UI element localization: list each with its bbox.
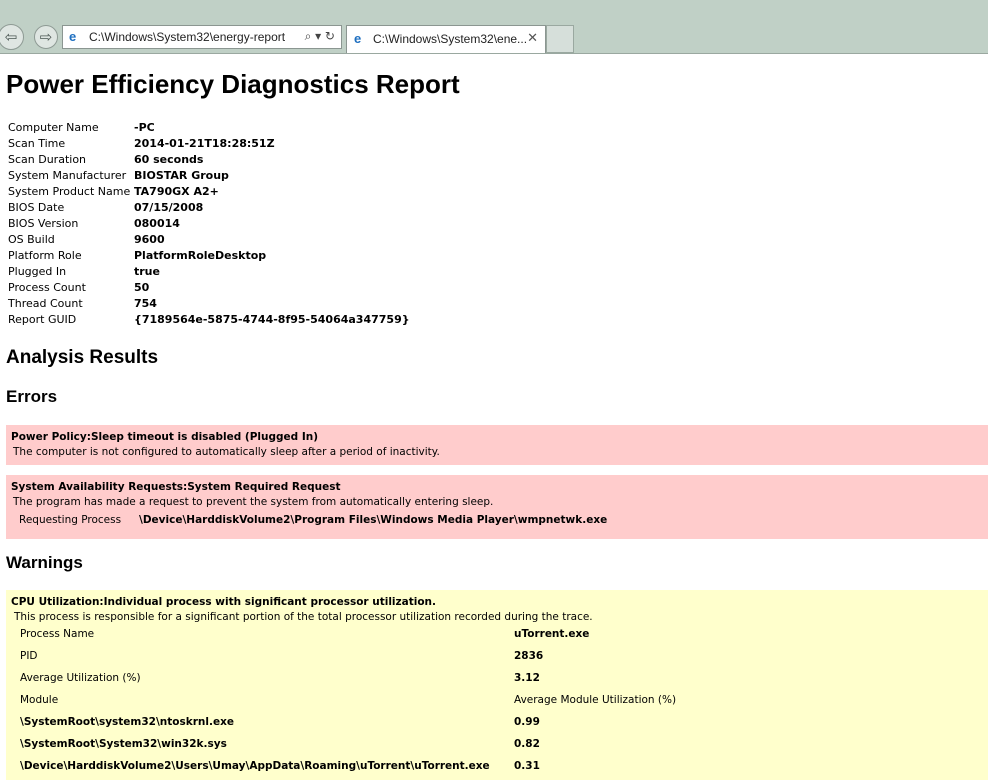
info-value: PlatformRoleDesktop bbox=[134, 249, 267, 262]
error-block: System Availability Requests:System Requ… bbox=[6, 475, 988, 539]
info-key: OS Build bbox=[8, 233, 55, 246]
error-description: The computer is not configured to automa… bbox=[13, 446, 440, 458]
info-row: Thread Count 754 bbox=[8, 296, 410, 312]
browser-toolbar: ⇦ ⇨ e C:\Windows\System32\energy-report … bbox=[0, 0, 988, 54]
info-row: Scan Duration 60 seconds bbox=[8, 152, 410, 168]
warning-value: uTorrent.exe bbox=[514, 628, 590, 640]
error-title: Power Policy:Sleep timeout is disabled (… bbox=[11, 431, 318, 443]
info-value: TA790GX A2+ bbox=[134, 185, 219, 198]
close-tab-icon[interactable]: ✕ bbox=[527, 31, 538, 46]
warnings-heading: Warnings bbox=[6, 553, 83, 572]
info-value: 60 seconds bbox=[134, 153, 204, 166]
info-row: Platform Role PlatformRoleDesktop bbox=[8, 248, 410, 264]
warning-value: 0.99 bbox=[514, 716, 540, 728]
warning-block: CPU Utilization:Individual process with … bbox=[6, 590, 988, 780]
tab-energy-report[interactable]: e C:\Windows\System32\ene... ✕ bbox=[346, 25, 546, 54]
info-row: Scan Time 2014-01-21T18:28:51Z bbox=[8, 136, 410, 152]
warning-value: 0.31 bbox=[514, 760, 540, 772]
error-description: The program has made a request to preven… bbox=[13, 496, 494, 508]
warning-value: 2836 bbox=[514, 650, 544, 662]
warning-row: PID 2836 bbox=[20, 650, 980, 666]
info-key: Scan Duration bbox=[8, 153, 87, 166]
warning-value: 0.82 bbox=[514, 738, 540, 750]
info-value: 07/15/2008 bbox=[134, 201, 204, 214]
info-row: Plugged In true bbox=[8, 264, 410, 280]
info-row: Process Count 50 bbox=[8, 280, 410, 296]
warning-key: \SystemRoot\System32\win32k.sys bbox=[20, 738, 227, 750]
warning-row: Average Utilization (%) 3.12 bbox=[20, 672, 980, 688]
warning-description: This process is responsible for a signif… bbox=[14, 611, 593, 623]
tab-title: C:\Windows\System32\ene... bbox=[373, 32, 528, 46]
info-row: Report GUID {7189564e-5875-4744-8f95-5406… bbox=[8, 312, 410, 328]
report-title: Power Efficiency Diagnostics Report bbox=[6, 69, 460, 99]
info-key: System Product Name bbox=[8, 185, 131, 198]
warning-key: Module bbox=[20, 694, 59, 706]
info-value: 50 bbox=[134, 281, 150, 294]
warning-key: \Device\HarddiskVolume2\Users\Umay\AppDa… bbox=[20, 760, 490, 772]
requesting-process-label: Requesting Process bbox=[19, 514, 122, 526]
new-tab-button[interactable] bbox=[546, 25, 574, 53]
info-value: 2014-01-21T18:28:51Z bbox=[134, 137, 275, 150]
info-key: System Manufacturer bbox=[8, 169, 127, 182]
requesting-process-value: \Device\HarddiskVolume2\Program Files\Wi… bbox=[139, 514, 608, 526]
error-block: Power Policy:Sleep timeout is disabled (… bbox=[6, 425, 988, 465]
address-bar[interactable]: e C:\Windows\System32\energy-report ⌕ ▾ … bbox=[62, 25, 342, 49]
info-key: BIOS Version bbox=[8, 217, 79, 230]
warning-row: Module Average Module Utilization (%) bbox=[20, 694, 980, 710]
ie-page-icon: e bbox=[69, 29, 77, 44]
info-value: -PC bbox=[134, 121, 155, 134]
info-value: {7189564e-5875-4744-8f95-54064a347759} bbox=[134, 313, 410, 326]
info-key: Scan Time bbox=[8, 137, 66, 150]
back-arrow-icon: ⇦ bbox=[4, 28, 18, 46]
toolbar-divider bbox=[0, 53, 988, 54]
address-text: C:\Windows\System32\energy-report bbox=[89, 30, 286, 44]
warning-key: \SystemRoot\system32\ntoskrnl.exe bbox=[20, 716, 235, 728]
errors-heading: Errors bbox=[6, 387, 58, 406]
info-key: Platform Role bbox=[8, 249, 82, 262]
warning-value: Average Module Utilization (%) bbox=[514, 694, 677, 706]
warning-key: PID bbox=[20, 650, 38, 662]
address-tools-icons[interactable]: ⌕ ▾ ↻ bbox=[305, 29, 335, 44]
system-info-table: Computer Name -PC Scan Time 2014-01-21T18:… bbox=[8, 120, 410, 328]
info-row: OS Build 9600 bbox=[8, 232, 410, 248]
forward-button[interactable]: ⇨ bbox=[34, 25, 58, 49]
info-key: Report GUID bbox=[8, 313, 77, 326]
warning-row: \Device\HarddiskVolume2\Users\Umay\AppDa… bbox=[20, 760, 980, 776]
warning-row: \SystemRoot\System32\win32k.sys 0.82 bbox=[20, 738, 980, 754]
info-key: Plugged In bbox=[8, 265, 67, 278]
info-value: BIOSTAR Group bbox=[134, 169, 229, 182]
info-value: 080014 bbox=[134, 217, 180, 230]
warning-value: 3.12 bbox=[514, 672, 540, 684]
info-row: System Product Name TA790GX A2+ bbox=[8, 184, 410, 200]
info-row: Computer Name -PC bbox=[8, 120, 410, 136]
info-key: BIOS Date bbox=[8, 201, 65, 214]
info-value: 754 bbox=[134, 297, 157, 310]
warning-row: Process Name uTorrent.exe bbox=[20, 628, 980, 644]
back-button[interactable]: ⇦ bbox=[0, 24, 24, 50]
forward-arrow-icon: ⇨ bbox=[39, 28, 53, 46]
warning-key: Average Utilization (%) bbox=[20, 672, 141, 684]
info-row: System Manufacturer BIOSTAR Group bbox=[8, 168, 410, 184]
warning-row: \SystemRoot\system32\ntoskrnl.exe 0.99 bbox=[20, 716, 980, 732]
error-title: System Availability Requests:System Requ… bbox=[11, 481, 341, 493]
warning-title: CPU Utilization:Individual process with … bbox=[11, 596, 437, 608]
info-row: BIOS Version 080014 bbox=[8, 216, 410, 232]
warning-key: Process Name bbox=[20, 628, 95, 640]
info-key: Thread Count bbox=[8, 297, 83, 310]
info-row: BIOS Date 07/15/2008 bbox=[8, 200, 410, 216]
ie-tab-icon: e bbox=[354, 31, 362, 46]
analysis-heading: Analysis Results bbox=[6, 347, 159, 368]
info-key: Computer Name bbox=[8, 121, 99, 134]
info-value: 9600 bbox=[134, 233, 165, 246]
info-key: Process Count bbox=[8, 281, 86, 294]
info-value: true bbox=[134, 265, 160, 278]
